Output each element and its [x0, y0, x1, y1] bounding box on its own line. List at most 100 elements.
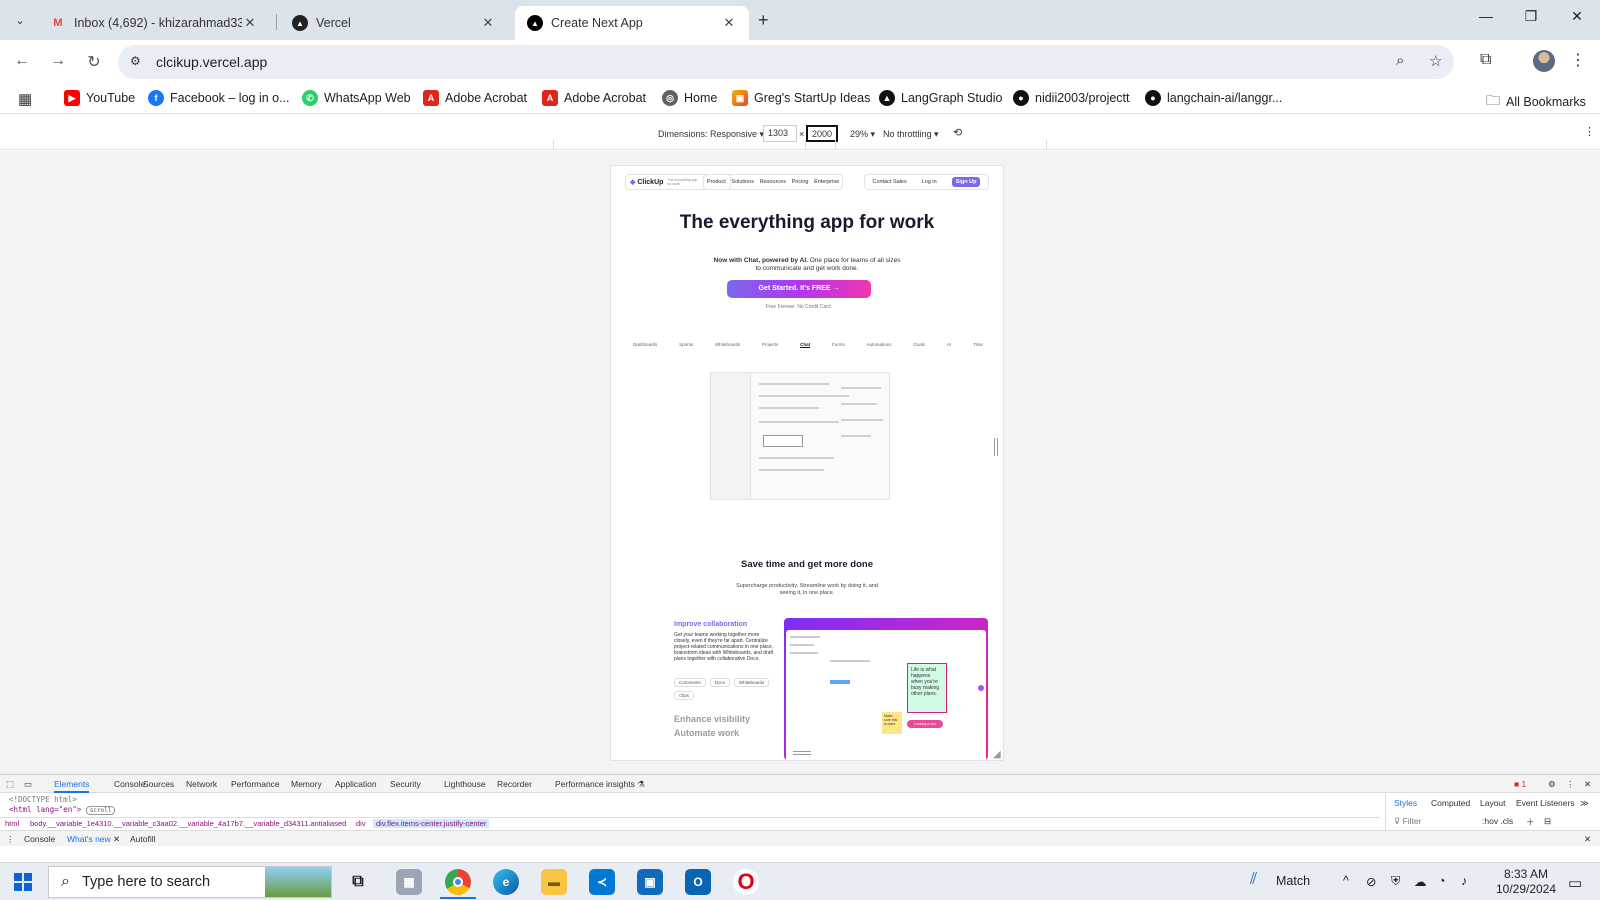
devtools-tab-memory[interactable]: Memory	[291, 779, 322, 789]
devtools-menu-icon[interactable]: ⋮	[1566, 779, 1575, 790]
close-drawer-tab-icon[interactable]: ✕	[113, 834, 120, 844]
nav-solutions[interactable]: Solutions	[731, 179, 754, 185]
dimensions-select[interactable]: Dimensions: Responsive ▾	[658, 129, 764, 140]
reload-icon[interactable]: ↻	[84, 52, 104, 72]
resize-handle-corner-icon[interactable]: ◢	[993, 749, 1001, 760]
bookmark-acrobat-2[interactable]: A Adobe Acrobat	[542, 90, 646, 106]
resize-handle-bottom[interactable]	[793, 751, 811, 755]
cloud-icon[interactable]: ☁	[1414, 874, 1427, 889]
drawer-tab-autofill[interactable]: Autofill	[130, 834, 156, 844]
throttling-select[interactable]: No throttling ▾	[883, 129, 939, 140]
chip-clips[interactable]: Clips	[674, 691, 695, 700]
drawer-close-icon[interactable]: ✕	[1584, 834, 1591, 845]
tab-search-chevron-icon[interactable]: ⌄	[8, 9, 32, 31]
crumb-div-selected[interactable]: div.flex.items-center.justify-center	[373, 819, 490, 828]
automate-work-heading[interactable]: Automate work	[674, 728, 739, 738]
bookmark-startup-ideas[interactable]: ▣ Greg's StartUp Ideas	[732, 90, 870, 106]
weather-label[interactable]: Match	[1276, 874, 1310, 888]
nav-resources[interactable]: Resources	[760, 179, 786, 185]
photos-app-icon[interactable]: ▦	[396, 869, 422, 895]
contact-sales-link[interactable]: Contact Sales	[872, 179, 906, 185]
resize-handle-right[interactable]	[994, 438, 998, 456]
wifi-icon[interactable]: ◔	[1438, 874, 1446, 888]
apps-grid-icon[interactable]: ▦	[18, 90, 32, 108]
url-text[interactable]: clcikup.vercel.app	[156, 54, 267, 70]
bookmark-whatsapp[interactable]: ✆ WhatsApp Web	[302, 90, 411, 106]
side-tab-more[interactable]: ≫	[1580, 798, 1589, 809]
crumb-div[interactable]: div	[356, 819, 366, 828]
chip-comments[interactable]: Comments	[674, 678, 706, 687]
security-icon[interactable]: ⛨	[1391, 874, 1400, 889]
new-rule-icon[interactable]: ＋	[1526, 816, 1535, 828]
address-bar[interactable]: ⚙ clcikup.vercel.app ⌕ ☆	[118, 45, 1454, 79]
edge-app-icon[interactable]: e	[493, 869, 519, 895]
feature-tab-projects[interactable]: Projects	[762, 342, 778, 348]
doctype-line[interactable]: <!DOCTYPE html>	[9, 795, 77, 804]
drawer-tab-console[interactable]: Console	[24, 834, 55, 844]
rotate-icon[interactable]: ⟲	[953, 126, 962, 139]
login-link[interactable]: Log in	[922, 179, 937, 185]
devtools-close-icon[interactable]: ✕	[1584, 779, 1591, 790]
close-tab-icon[interactable]: ✕	[721, 15, 737, 31]
bookmark-langgraph[interactable]: ▲ LangGraph Studio	[879, 90, 1002, 106]
tab-create-next-app[interactable]: ▲ Create Next App ✕	[515, 6, 749, 40]
devtools-tab-lighthouse[interactable]: Lighthouse	[444, 779, 486, 789]
weather-icon[interactable]: ⫽	[1250, 871, 1257, 889]
close-window-icon[interactable]: ✕	[1562, 8, 1592, 25]
drawer-tab-whats-new[interactable]: What's new ✕	[67, 834, 120, 845]
devtools-tab-performance[interactable]: Performance	[231, 779, 280, 789]
devtools-tab-network[interactable]: Network	[186, 779, 217, 789]
zoom-select[interactable]: 29% ▾	[850, 129, 875, 140]
devtools-tab-recorder[interactable]: Recorder	[497, 779, 532, 789]
bookmark-star-icon[interactable]: ☆	[1429, 52, 1442, 70]
tray-chevron-icon[interactable]: ^	[1343, 874, 1349, 888]
feature-tab-ai[interactable]: AI	[947, 342, 951, 348]
microsoft-store-icon[interactable]: ▣	[637, 869, 663, 895]
bookmark-youtube[interactable]: ▶ YouTube	[64, 90, 135, 106]
back-icon[interactable]: ←	[12, 52, 32, 70]
site-info-icon[interactable]: ⚙	[130, 54, 141, 68]
drawer-menu-icon[interactable]: ⋮	[6, 834, 15, 845]
feature-tab-whiteboards[interactable]: Whiteboards	[715, 342, 740, 348]
feature-tab-forms[interactable]: Forms	[832, 342, 845, 348]
minimize-icon[interactable]: —	[1471, 8, 1501, 24]
forward-icon[interactable]: →	[48, 52, 68, 70]
side-tab-event-listeners[interactable]: Event Listeners	[1516, 798, 1575, 808]
crumb-body[interactable]: body.__variable_1e4310.__variable_c3aa02…	[30, 819, 346, 828]
new-tab-icon[interactable]: +	[758, 10, 769, 31]
devtools-tab-sources[interactable]: Sources	[143, 779, 174, 789]
bookmark-facebook[interactable]: f Facebook – log in o...	[148, 90, 290, 106]
bookmark-acrobat-1[interactable]: A Adobe Acrobat	[423, 90, 527, 106]
tab-gmail[interactable]: M Inbox (4,692) - khizarahmad333 ✕	[38, 6, 270, 40]
error-badge[interactable]: ■ 1	[1514, 779, 1526, 789]
side-tab-computed[interactable]: Computed	[1431, 798, 1470, 808]
restore-icon[interactable]: ❐	[1516, 8, 1546, 25]
tab-vercel[interactable]: ▲ Vercel ✕	[280, 6, 508, 40]
feature-tab-automations[interactable]: Automations	[867, 342, 892, 348]
side-tab-layout[interactable]: Layout	[1480, 798, 1506, 808]
feature-tab-chat[interactable]: Chat	[800, 342, 811, 348]
zoom-icon[interactable]: ⌕	[1396, 52, 1404, 69]
network-off-icon[interactable]: ⊘	[1366, 874, 1376, 889]
file-explorer-icon[interactable]: ▬	[541, 869, 567, 895]
feature-tab-goals[interactable]: Goals	[913, 342, 925, 348]
devtools-tab-elements[interactable]: Elements	[54, 779, 90, 793]
html-tag-line[interactable]: <html lang="en"> scroll	[9, 805, 116, 815]
chip-docs[interactable]: Docs	[709, 678, 731, 687]
profile-avatar[interactable]	[1533, 50, 1555, 72]
enhance-visibility-heading[interactable]: Enhance visibility	[674, 714, 750, 724]
style-toggles[interactable]: :hov .cls	[1482, 816, 1513, 826]
vscode-app-icon[interactable]: ≺	[589, 869, 615, 895]
close-tab-icon[interactable]: ✕	[242, 15, 258, 31]
outlook-app-icon[interactable]: O	[685, 869, 711, 895]
close-tab-icon[interactable]: ✕	[480, 15, 496, 31]
devtools-tab-console[interactable]: Console	[114, 779, 145, 789]
bookmark-github-langgraph[interactable]: ● langchain-ai/langgr...	[1145, 90, 1282, 106]
devtools-tab-application[interactable]: Application	[335, 779, 377, 789]
crumb-html[interactable]: html	[5, 819, 19, 828]
extensions-icon[interactable]: ⧉	[1480, 51, 1491, 69]
device-toggle-icon[interactable]: ▭	[24, 779, 32, 790]
all-bookmarks[interactable]: 🗀 All Bookmarks	[1486, 90, 1586, 114]
menu-kebab-icon[interactable]: ⋮	[1570, 50, 1586, 70]
notifications-icon[interactable]: ▭	[1568, 874, 1582, 892]
